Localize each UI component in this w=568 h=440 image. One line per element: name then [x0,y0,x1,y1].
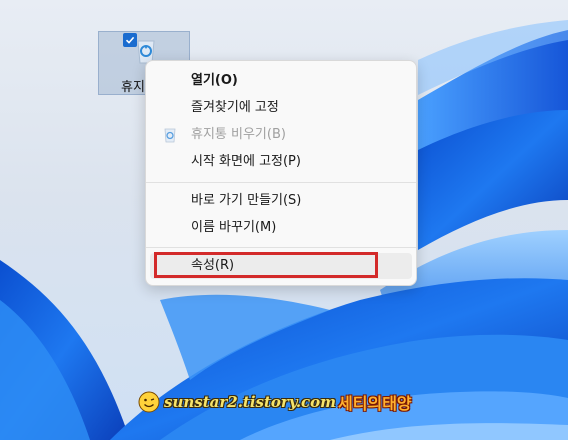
menu-divider [146,182,416,183]
menu-item-open[interactable]: 열기(O) [150,68,412,94]
watermark-brand: 세티의태양 [338,394,412,413]
menu-item-create-shortcut[interactable]: 바로 가기 만들기(S) [150,188,412,214]
menu-item-label: 휴지통 비우기(B) [191,127,286,142]
watermark: sunstar2.tistory.com 세티의태양 [138,389,412,415]
menu-divider [146,247,416,248]
menu-item-empty-recycle-bin: 휴지통 비우기(B) [150,122,412,148]
watermark-domain: sunstar2.tistory.com [164,393,337,411]
recycle-bin-icon [164,128,176,143]
menu-item-rename[interactable]: 이름 바꾸기(M) [150,215,412,241]
highlight-box [154,252,378,278]
smiley-icon [138,391,160,413]
menu-item-pin-start[interactable]: 시작 화면에 고정(P) [150,149,412,175]
desktop[interactable]: 휴지통 열기(O) 즐겨찾기에 고정 휴지통 비우기(B) 시작 화면에 고정(… [0,0,568,440]
menu-item-pin-quick-access[interactable]: 즐겨찾기에 고정 [150,95,412,121]
